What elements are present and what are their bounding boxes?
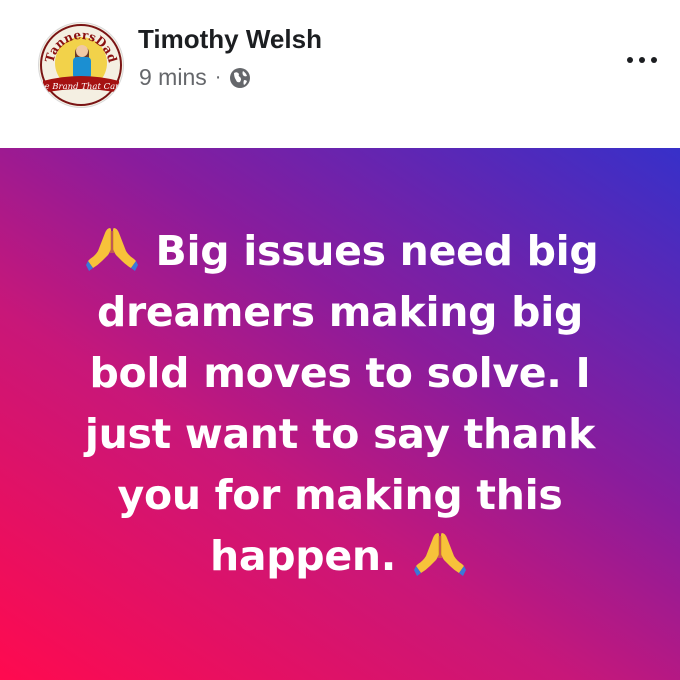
post-text: Big issues need big dreamers making big …: [35, 221, 645, 587]
post-line-3: bold moves to solve. I: [89, 349, 591, 397]
globe-icon[interactable]: [229, 67, 251, 89]
post-line-5: you for making this: [117, 471, 563, 519]
post-line-2: dreamers making big: [96, 288, 584, 336]
avatar[interactable]: TannersDad The Brand That Cares: [38, 22, 124, 108]
post-header: TannersDad The Brand That Cares Timothy …: [0, 0, 680, 148]
post-background: Big issues need big dreamers making big …: [0, 148, 680, 680]
more-options-icon: [627, 57, 633, 63]
post-meta: 9 mins ·: [139, 64, 251, 91]
post-line-6: happen.: [209, 532, 397, 580]
more-options-button[interactable]: [622, 48, 662, 72]
post-line-1: Big issues need big: [155, 227, 599, 275]
author-name[interactable]: Timothy Welsh: [138, 24, 322, 55]
folded-hands-icon: [85, 228, 138, 271]
avatar-banner-text: The Brand That Cares: [39, 82, 123, 92]
folded-hands-icon-end: [414, 533, 466, 576]
meta-separator: ·: [214, 66, 222, 88]
post-timestamp[interactable]: 9 mins: [139, 64, 207, 91]
avatar-logo-icon: TannersDad The Brand That Cares: [39, 23, 123, 107]
post-line-4: just want to say thank: [84, 410, 596, 458]
